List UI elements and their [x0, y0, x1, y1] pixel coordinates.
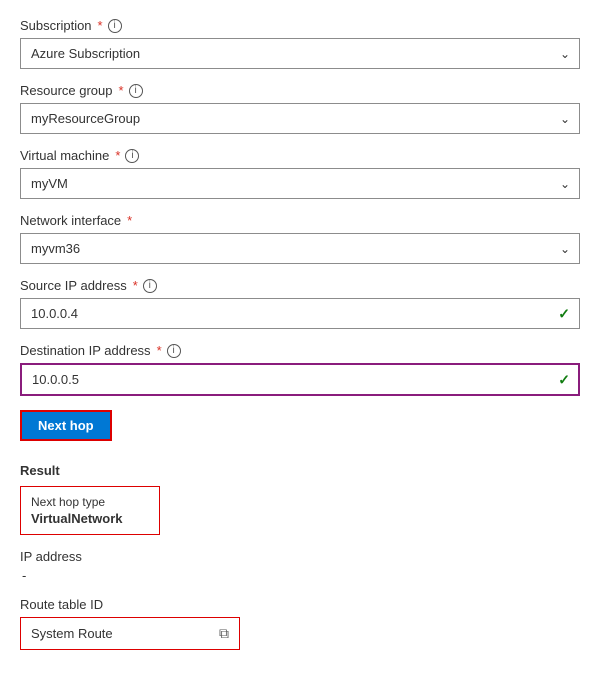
network-interface-required: * — [127, 213, 132, 228]
destination-ip-input[interactable] — [20, 363, 580, 396]
destination-ip-info-icon[interactable]: i — [167, 344, 181, 358]
subscription-select[interactable]: Azure Subscription — [20, 38, 580, 69]
route-table-value: System Route — [31, 626, 113, 641]
destination-ip-check-icon: ✓ — [558, 371, 570, 388]
source-ip-check-icon: ✓ — [558, 305, 570, 322]
resource-group-select-wrapper: myResourceGroup ⌄ — [20, 103, 580, 134]
route-table-section: Route table ID System Route ⧉ — [20, 597, 580, 650]
source-ip-input-wrapper: ✓ — [20, 298, 580, 329]
resource-group-label: Resource group * i — [20, 83, 580, 98]
next-hop-button[interactable]: Next hop — [20, 410, 112, 441]
next-hop-type-value: VirtualNetwork — [31, 511, 149, 526]
next-hop-type-label: Next hop type — [31, 495, 149, 509]
subscription-required: * — [98, 18, 103, 33]
route-table-box: System Route ⧉ — [20, 617, 240, 650]
destination-ip-required: * — [157, 343, 162, 358]
source-ip-label: Source IP address * i — [20, 278, 580, 293]
subscription-label: Subscription * i — [20, 18, 580, 33]
virtual-machine-label: Virtual machine * i — [20, 148, 580, 163]
copy-icon[interactable]: ⧉ — [219, 625, 229, 642]
network-interface-group: Network interface * myvm36 ⌄ — [20, 213, 580, 264]
resource-group-select[interactable]: myResourceGroup — [20, 103, 580, 134]
virtual-machine-group: Virtual machine * i myVM ⌄ — [20, 148, 580, 199]
ip-address-section: IP address - — [20, 549, 580, 583]
ip-address-value: - — [20, 568, 580, 583]
result-section: Result Next hop type VirtualNetwork IP a… — [20, 463, 580, 650]
subscription-select-wrapper: Azure Subscription ⌄ — [20, 38, 580, 69]
subscription-info-icon[interactable]: i — [108, 19, 122, 33]
resource-group-group: Resource group * i myResourceGroup ⌄ — [20, 83, 580, 134]
network-interface-label: Network interface * — [20, 213, 580, 228]
virtual-machine-label-text: Virtual machine — [20, 148, 109, 163]
subscription-label-text: Subscription — [20, 18, 92, 33]
virtual-machine-select[interactable]: myVM — [20, 168, 580, 199]
ip-address-label: IP address — [20, 549, 580, 564]
source-ip-label-text: Source IP address — [20, 278, 127, 293]
destination-ip-group: Destination IP address * i ✓ — [20, 343, 580, 396]
source-ip-required: * — [133, 278, 138, 293]
virtual-machine-select-wrapper: myVM ⌄ — [20, 168, 580, 199]
resource-group-required: * — [119, 83, 124, 98]
subscription-group: Subscription * i Azure Subscription ⌄ — [20, 18, 580, 69]
destination-ip-input-wrapper: ✓ — [20, 363, 580, 396]
network-interface-label-text: Network interface — [20, 213, 121, 228]
network-interface-select-wrapper: myvm36 ⌄ — [20, 233, 580, 264]
resource-group-info-icon[interactable]: i — [129, 84, 143, 98]
result-title: Result — [20, 463, 580, 478]
virtual-machine-info-icon[interactable]: i — [125, 149, 139, 163]
source-ip-input[interactable] — [20, 298, 580, 329]
resource-group-label-text: Resource group — [20, 83, 113, 98]
next-hop-type-box: Next hop type VirtualNetwork — [20, 486, 160, 535]
source-ip-info-icon[interactable]: i — [143, 279, 157, 293]
destination-ip-label: Destination IP address * i — [20, 343, 580, 358]
route-table-label: Route table ID — [20, 597, 580, 612]
destination-ip-label-text: Destination IP address — [20, 343, 151, 358]
network-interface-select[interactable]: myvm36 — [20, 233, 580, 264]
source-ip-group: Source IP address * i ✓ — [20, 278, 580, 329]
virtual-machine-required: * — [115, 148, 120, 163]
